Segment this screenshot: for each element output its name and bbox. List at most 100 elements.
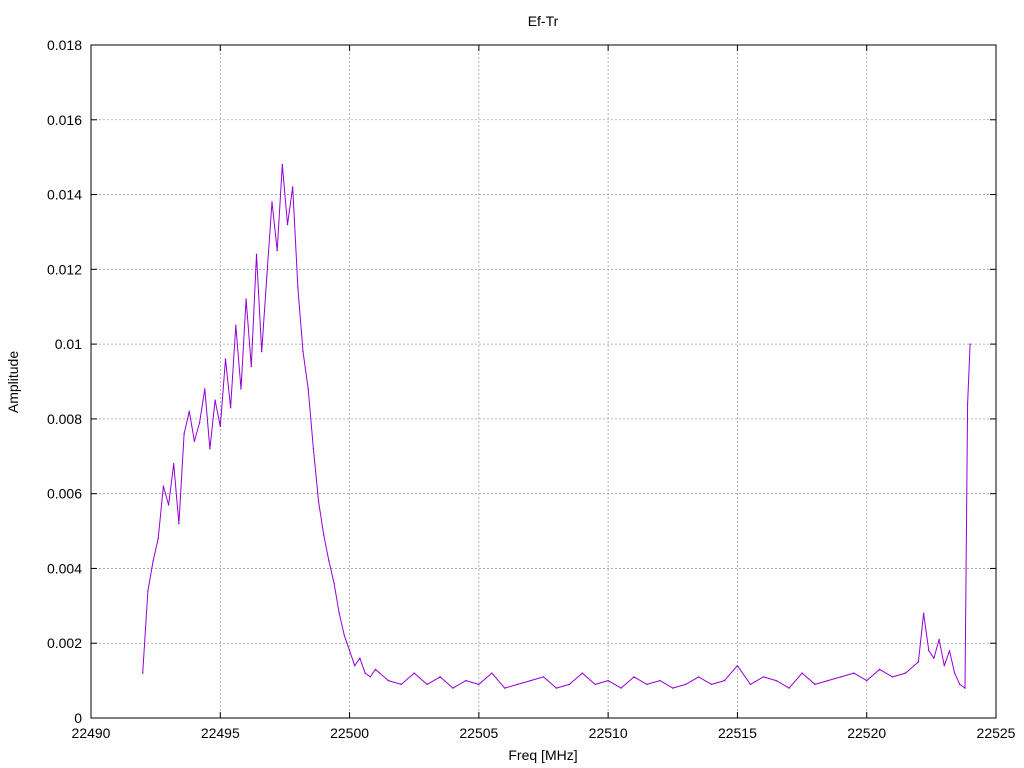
data-point (788, 687, 790, 689)
data-point (762, 676, 764, 678)
data-point (866, 679, 868, 682)
data-point (333, 582, 335, 585)
data-point (922, 612, 925, 614)
data-point (917, 661, 920, 663)
data-point (297, 287, 299, 289)
y-tick-label: 0.004 (47, 560, 82, 576)
data-point (348, 650, 351, 652)
data-point (568, 683, 571, 686)
data-point (697, 676, 700, 678)
data-point (338, 612, 340, 614)
data-point (245, 298, 247, 300)
data-point (966, 403, 969, 405)
data-point (229, 407, 232, 409)
data-point (193, 440, 196, 442)
y-tick-label: 0.016 (47, 112, 82, 128)
y-axis-label: Amplitude (5, 351, 21, 413)
line-chart: 22490 22495 22500 22505 22510 22515 22520 22525… (5, 13, 1016, 763)
data-point (478, 683, 480, 686)
data-point (142, 672, 144, 674)
x-tick-label: 22490 (72, 725, 111, 741)
data-point (439, 676, 441, 678)
data-point (198, 421, 201, 424)
x-tick-label: 22510 (589, 725, 628, 741)
data-point (292, 186, 294, 188)
grid (91, 45, 996, 718)
data-point (261, 350, 263, 353)
x-tick-label: 22505 (459, 725, 498, 741)
data-point (814, 683, 816, 686)
data-point (426, 683, 428, 686)
data-point (147, 590, 149, 592)
y-tick-label: 0.008 (47, 411, 82, 427)
x-tick-label: 22495 (201, 725, 240, 741)
data-point (240, 388, 242, 390)
data-point (178, 522, 180, 525)
data-point (400, 683, 402, 686)
data-point (938, 638, 940, 641)
x-axis-label: Freq [MHz] (508, 747, 577, 763)
data-point (214, 399, 216, 401)
data-point (369, 676, 371, 678)
data-point (723, 679, 726, 682)
data-point (491, 672, 493, 674)
data-point (529, 679, 532, 682)
data-point (183, 433, 185, 435)
data-point (271, 201, 273, 203)
data-point (465, 679, 467, 682)
data-point (359, 657, 361, 659)
data-point (891, 676, 894, 678)
data-point (276, 249, 278, 252)
data-point (840, 676, 842, 678)
data-point (672, 687, 674, 689)
data-point (328, 560, 330, 562)
data-point (685, 683, 687, 686)
data-point (878, 668, 881, 671)
data-point (250, 365, 252, 368)
data-point (387, 679, 390, 682)
data-point (633, 676, 635, 678)
data-point (413, 672, 415, 674)
data-point (286, 223, 289, 226)
x-tick-label: 22520 (847, 725, 886, 741)
data-point (581, 672, 583, 674)
data-point (953, 672, 956, 674)
data-point (162, 485, 165, 487)
data-point (188, 410, 190, 413)
y-tick-label: 0.014 (47, 187, 82, 203)
data-point (281, 163, 283, 166)
data-point (266, 276, 268, 278)
y-tick-label: 0 (74, 710, 82, 726)
axis-ticks: 22490 22495 22500 22505 22510 22515 22520 22525… (47, 37, 1016, 741)
data-point (219, 425, 221, 428)
x-tick-label: 22525 (977, 725, 1016, 741)
data-point (749, 683, 752, 686)
data-point (224, 358, 227, 360)
data-point (928, 650, 930, 652)
data-point (964, 687, 966, 689)
data-point (374, 668, 377, 671)
data-point (516, 683, 519, 686)
data-point (710, 683, 713, 686)
x-tick-label: 22515 (718, 725, 757, 741)
data-point (302, 350, 304, 353)
data-point (594, 683, 596, 686)
data-point (312, 448, 315, 450)
chart-title: Ef-Tr (528, 13, 559, 29)
series-line-0 (142, 164, 971, 689)
data-point (209, 448, 211, 450)
data-point (173, 463, 175, 465)
y-tick-label: 0.006 (47, 486, 82, 502)
data-point (323, 534, 325, 536)
data-point (204, 388, 206, 390)
data-point (167, 504, 170, 506)
data-point (646, 683, 648, 686)
data-point (307, 388, 309, 390)
data-point (969, 343, 971, 345)
data-point (555, 687, 558, 689)
data-point (736, 665, 739, 667)
x-tick-label: 22500 (330, 725, 369, 741)
data-point (620, 687, 622, 689)
data-point (364, 672, 366, 674)
data-point (235, 324, 237, 327)
